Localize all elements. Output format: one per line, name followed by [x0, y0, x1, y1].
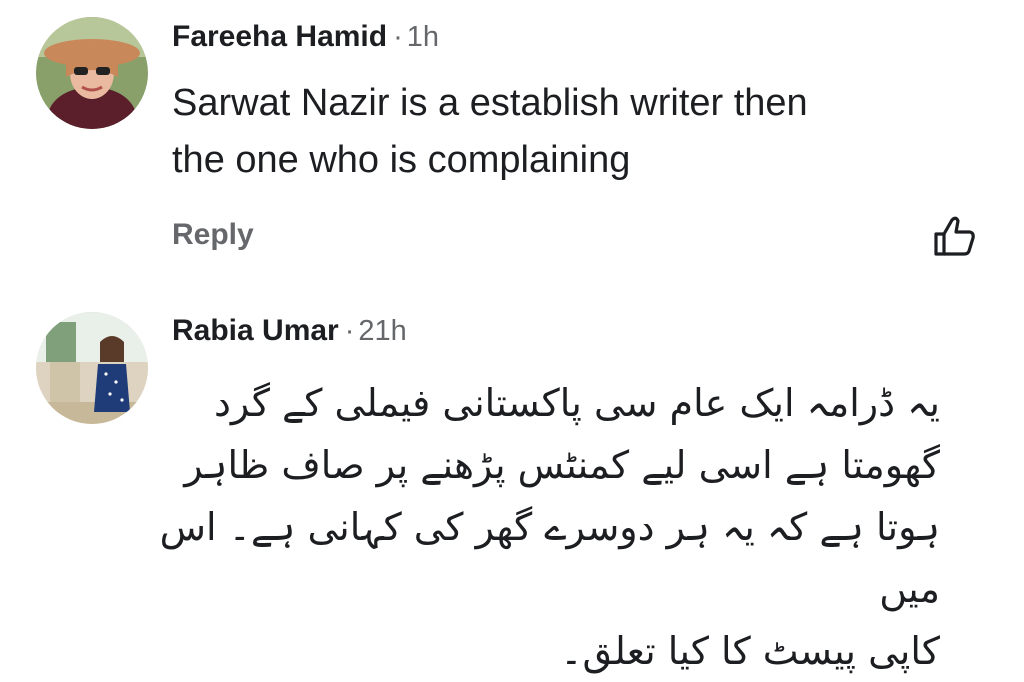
- comment-line: کاپی پیسٹ کا کیا تعلق۔: [560, 629, 940, 673]
- comment-line: ہوتا ہے کہ یہ ہر دوسرے گھر کی کہانی ہے۔ …: [159, 505, 940, 611]
- avatar[interactable]: [36, 17, 148, 129]
- separator-dot: ·: [393, 21, 403, 53]
- comment-header: Fareeha Hamid · 1h: [172, 20, 439, 54]
- comment-line: یہ ڈرامہ ایک عام سی پاکستانی فیملی کے گر…: [214, 381, 940, 425]
- comment-line: Sarwat Nazir is a establish writer then: [172, 82, 808, 124]
- separator-dot: ·: [344, 315, 355, 347]
- author-name[interactable]: Fareeha Hamid: [172, 20, 387, 53]
- comment-line: the one who is complaining: [172, 139, 631, 181]
- thumbs-up-icon[interactable]: [930, 212, 978, 260]
- author-name[interactable]: Rabia Umar: [172, 314, 339, 347]
- comment-text: Sarwat Nazir is a establish writer then …: [172, 75, 808, 189]
- timestamp[interactable]: 1h: [407, 21, 439, 53]
- reply-button[interactable]: Reply: [172, 218, 254, 252]
- comment-text: یہ ڈرامہ ایک عام سی پاکستانی فیملی کے گر…: [150, 372, 940, 682]
- avatar[interactable]: [36, 312, 148, 424]
- comment-line: گھومتا ہے اسی لیے کمنٹس پڑھنے پر صاف ظاہ…: [184, 443, 940, 487]
- timestamp[interactable]: 21h: [358, 315, 406, 347]
- comment-header: Rabia Umar · 21h: [172, 314, 407, 348]
